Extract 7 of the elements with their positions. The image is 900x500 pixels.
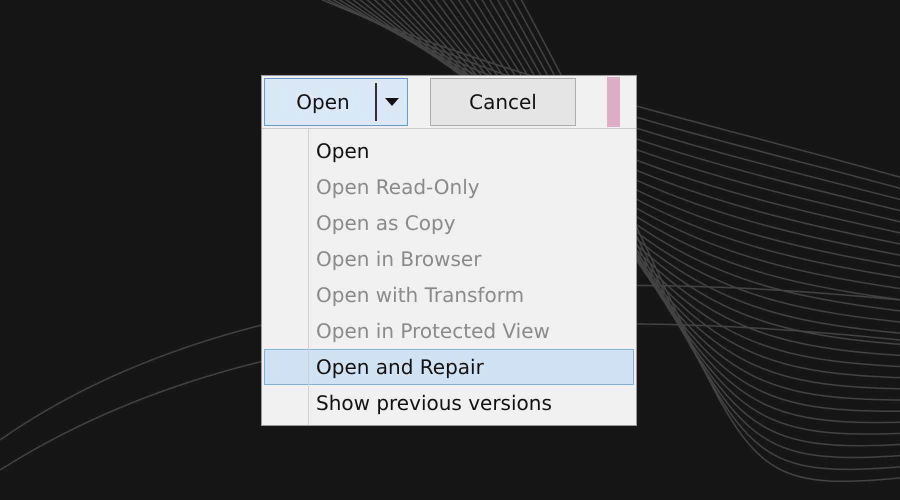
menu-item[interactable]: Show previous versions xyxy=(264,385,634,421)
caret-icon xyxy=(385,98,399,106)
open-split-button[interactable]: Open xyxy=(264,78,408,126)
menu-item[interactable]: Open xyxy=(264,133,634,169)
menu-item[interactable]: Open and Repair xyxy=(264,349,634,385)
color-strip xyxy=(607,77,620,127)
cancel-button[interactable]: Cancel xyxy=(430,78,576,126)
